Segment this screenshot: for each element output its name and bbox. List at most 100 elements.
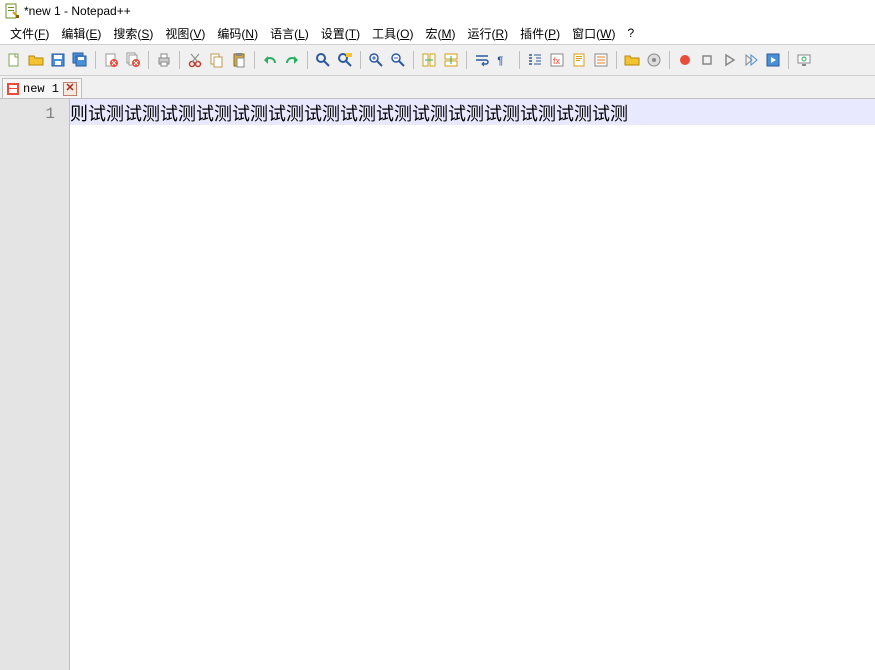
- doc-list-icon: [593, 52, 609, 68]
- sync-h-button[interactable]: [441, 50, 461, 70]
- print-button[interactable]: [154, 50, 174, 70]
- redo-button[interactable]: [282, 50, 302, 70]
- save-all-icon: [72, 52, 88, 68]
- menu-run[interactable]: 运行(R): [461, 23, 514, 44]
- save-macro-icon: [765, 52, 781, 68]
- undo-icon: [262, 52, 278, 68]
- new-file-icon: [6, 52, 22, 68]
- toolbar: ¶ fx: [0, 44, 875, 76]
- menu-bar: 文件(F) 编辑(E) 搜索(S) 视图(V) 编码(N) 语言(L) 设置(T…: [0, 22, 875, 44]
- toolbar-separator: [307, 51, 308, 69]
- toolbar-separator: [179, 51, 180, 69]
- folder-button[interactable]: [622, 50, 642, 70]
- tab-strip: new 1 ✕: [0, 76, 875, 98]
- function-list-button[interactable]: [644, 50, 664, 70]
- tab-label: new 1: [23, 82, 59, 96]
- menu-help[interactable]: ?: [621, 24, 640, 42]
- close-all-button[interactable]: [123, 50, 143, 70]
- indent-guide-button[interactable]: [525, 50, 545, 70]
- menu-settings[interactable]: 设置(T): [315, 23, 366, 44]
- doc-map-button[interactable]: [569, 50, 589, 70]
- toolbar-separator: [360, 51, 361, 69]
- save-macro-button[interactable]: [763, 50, 783, 70]
- lang-icon: fx: [549, 52, 565, 68]
- menu-tools[interactable]: 工具(O): [366, 23, 419, 44]
- toolbar-separator: [788, 51, 789, 69]
- save-icon: [50, 52, 66, 68]
- replace-icon: [337, 52, 353, 68]
- zoom-out-button[interactable]: [388, 50, 408, 70]
- app-icon: [4, 3, 20, 19]
- cut-button[interactable]: [185, 50, 205, 70]
- editor-area: 1 则试测试测试测试测试测试测试测试测试测试测试测试测试测试测试测: [0, 98, 875, 670]
- lang-button[interactable]: fx: [547, 50, 567, 70]
- play-macro-button[interactable]: [719, 50, 739, 70]
- save-button[interactable]: [48, 50, 68, 70]
- doc-map-icon: [571, 52, 587, 68]
- show-all-button[interactable]: ¶: [494, 50, 514, 70]
- menu-encoding[interactable]: 编码(N): [211, 23, 264, 44]
- word-wrap-button[interactable]: [472, 50, 492, 70]
- play-macro-icon: [721, 52, 737, 68]
- word-wrap-icon: [474, 52, 490, 68]
- editor-content[interactable]: 则试测试测试测试测试测试测试测试测试测试测试测试测试测试测试测: [70, 99, 875, 670]
- close-all-icon: [125, 52, 141, 68]
- menu-language[interactable]: 语言(L): [264, 23, 315, 44]
- play-multi-button[interactable]: [741, 50, 761, 70]
- close-button[interactable]: [101, 50, 121, 70]
- zoom-in-icon: [368, 52, 384, 68]
- sync-h-icon: [443, 52, 459, 68]
- toolbar-separator: [148, 51, 149, 69]
- sync-v-button[interactable]: [419, 50, 439, 70]
- record-macro-icon: [677, 52, 693, 68]
- close-icon: [103, 52, 119, 68]
- menu-file[interactable]: 文件(F): [4, 23, 55, 44]
- editor-line: 则试测试测试测试测试测试测试测试测试测试测试测试测试测试测试测: [70, 99, 875, 125]
- unsaved-file-icon: [7, 83, 19, 95]
- menu-view[interactable]: 视图(V): [159, 23, 211, 44]
- svg-text:¶: ¶: [497, 56, 504, 68]
- find-icon: [315, 52, 331, 68]
- open-file-button[interactable]: [26, 50, 46, 70]
- print-icon: [156, 52, 172, 68]
- menu-plugins[interactable]: 插件(P): [514, 23, 566, 44]
- zoom-in-button[interactable]: [366, 50, 386, 70]
- stop-macro-icon: [699, 52, 715, 68]
- monitor-button[interactable]: [794, 50, 814, 70]
- menu-edit[interactable]: 编辑(E): [55, 23, 107, 44]
- undo-button[interactable]: [260, 50, 280, 70]
- cut-icon: [187, 52, 203, 68]
- toolbar-separator: [519, 51, 520, 69]
- find-button[interactable]: [313, 50, 333, 70]
- indent-guide-icon: [527, 52, 543, 68]
- doc-list-button[interactable]: [591, 50, 611, 70]
- sync-v-icon: [421, 52, 437, 68]
- folder-icon: [624, 52, 640, 68]
- toolbar-separator: [254, 51, 255, 69]
- menu-macro[interactable]: 宏(M): [419, 23, 461, 44]
- copy-button[interactable]: [207, 50, 227, 70]
- stop-macro-button[interactable]: [697, 50, 717, 70]
- title-bar: *new 1 - Notepad++: [0, 0, 875, 22]
- open-file-icon: [28, 52, 44, 68]
- toolbar-separator: [616, 51, 617, 69]
- toolbar-separator: [95, 51, 96, 69]
- paste-button[interactable]: [229, 50, 249, 70]
- replace-button[interactable]: [335, 50, 355, 70]
- copy-icon: [209, 52, 225, 68]
- toolbar-separator: [413, 51, 414, 69]
- line-number-gutter: 1: [0, 99, 70, 670]
- window-title: *new 1 - Notepad++: [24, 4, 131, 18]
- save-all-button[interactable]: [70, 50, 90, 70]
- record-macro-button[interactable]: [675, 50, 695, 70]
- toolbar-separator: [669, 51, 670, 69]
- toolbar-separator: [466, 51, 467, 69]
- show-all-icon: ¶: [496, 52, 512, 68]
- menu-search[interactable]: 搜索(S): [107, 23, 159, 44]
- menu-window[interactable]: 窗口(W): [566, 23, 621, 44]
- new-file-button[interactable]: [4, 50, 24, 70]
- tab-close-button[interactable]: ✕: [63, 82, 77, 96]
- tab-new1[interactable]: new 1 ✕: [2, 78, 82, 99]
- play-multi-icon: [743, 52, 759, 68]
- line-number: 1: [0, 103, 55, 125]
